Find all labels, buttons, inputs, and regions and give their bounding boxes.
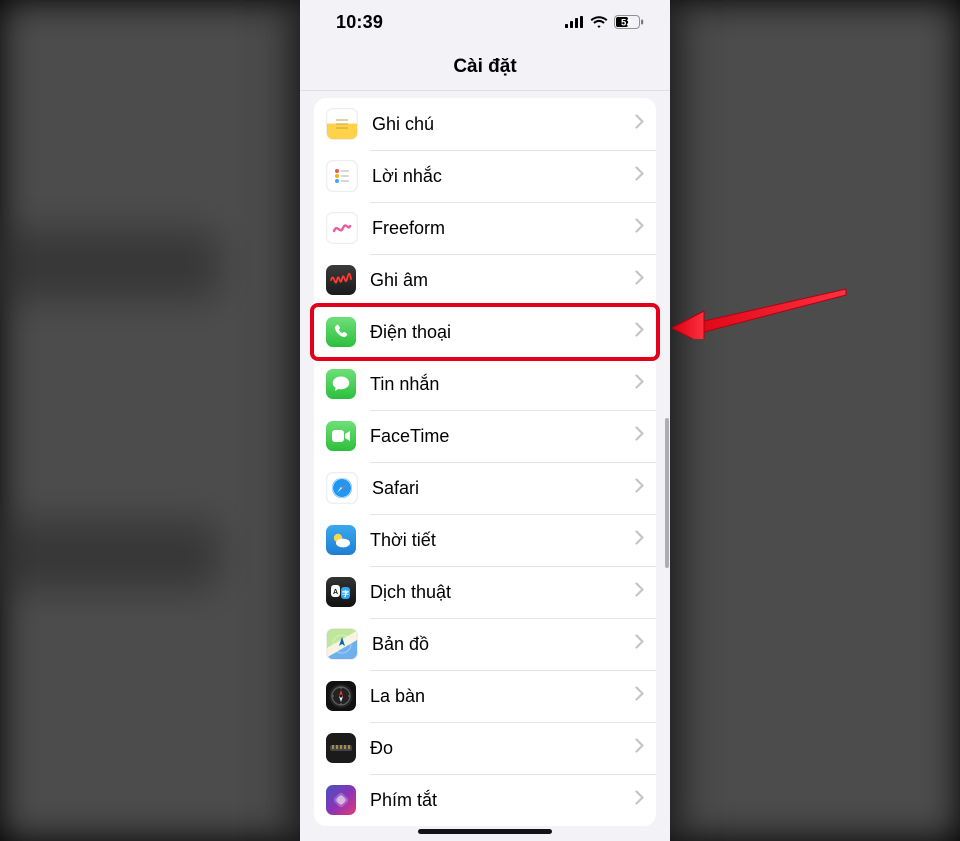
- chevron-right-icon: [635, 478, 644, 498]
- settings-row-messages[interactable]: Tin nhắn: [314, 358, 656, 410]
- cellular-icon: [565, 16, 584, 28]
- settings-group: Ghi chú Lời nhắc Freeform Ghi âm Điện thoại T…: [314, 98, 656, 826]
- settings-row-label: Freeform: [372, 218, 635, 239]
- status-bar: 10:39 52: [300, 0, 670, 44]
- settings-row-safari[interactable]: Safari: [314, 462, 656, 514]
- messages-icon: [326, 369, 356, 399]
- weather-icon: [326, 525, 356, 555]
- settings-row-maps[interactable]: Bản đồ: [314, 618, 656, 670]
- settings-row-label: Ghi âm: [370, 270, 635, 291]
- settings-row-compass[interactable]: La bàn: [314, 670, 656, 722]
- phone-icon: [326, 317, 356, 347]
- facetime-icon: [326, 421, 356, 451]
- settings-row-phone[interactable]: Điện thoại: [314, 306, 656, 358]
- settings-row-measure[interactable]: Đo: [314, 722, 656, 774]
- settings-scroll-area[interactable]: Ghi chú Lời nhắc Freeform Ghi âm Điện thoại T…: [300, 90, 670, 841]
- settings-row-label: La bàn: [370, 686, 635, 707]
- settings-row-voice[interactable]: Ghi âm: [314, 254, 656, 306]
- wifi-icon: [590, 16, 608, 29]
- svg-text:字: 字: [342, 589, 349, 598]
- chevron-right-icon: [635, 114, 644, 134]
- settings-row-label: Lời nhắc: [372, 166, 635, 187]
- chevron-right-icon: [635, 322, 644, 342]
- settings-row-label: Phím tắt: [370, 790, 635, 811]
- settings-row-label: FaceTime: [370, 426, 635, 447]
- notes-icon: [326, 108, 358, 140]
- chevron-right-icon: [635, 426, 644, 446]
- chevron-right-icon: [635, 530, 644, 550]
- chevron-right-icon: [635, 686, 644, 706]
- reminders-icon: [326, 160, 358, 192]
- safari-icon: [326, 472, 358, 504]
- settings-row-facetime[interactable]: FaceTime: [314, 410, 656, 462]
- chevron-right-icon: [635, 218, 644, 238]
- shortcuts-icon: [326, 785, 356, 815]
- chevron-right-icon: [635, 634, 644, 654]
- page-title: Cài đặt: [300, 44, 670, 91]
- chevron-right-icon: [635, 374, 644, 394]
- settings-row-label: Ghi chú: [372, 114, 635, 135]
- chevron-right-icon: [635, 790, 644, 810]
- status-indicators: 52: [565, 15, 644, 29]
- battery-icon: 52: [614, 15, 644, 29]
- freeform-icon: [326, 212, 358, 244]
- translate-icon: A字: [326, 577, 356, 607]
- settings-row-reminders[interactable]: Lời nhắc: [314, 150, 656, 202]
- chevron-right-icon: [635, 738, 644, 758]
- settings-row-label: Điện thoại: [370, 322, 635, 343]
- settings-row-shortcuts[interactable]: Phím tắt: [314, 774, 656, 826]
- settings-row-translate[interactable]: A字 Dịch thuật: [314, 566, 656, 618]
- chevron-right-icon: [635, 582, 644, 602]
- settings-row-label: Bản đồ: [372, 634, 635, 655]
- settings-row-label: Dịch thuật: [370, 582, 635, 603]
- settings-row-freeform[interactable]: Freeform: [314, 202, 656, 254]
- svg-text:52: 52: [621, 17, 632, 28]
- svg-text:A: A: [333, 589, 338, 596]
- measure-icon: [326, 733, 356, 763]
- maps-icon: [326, 628, 358, 660]
- home-indicator[interactable]: [418, 829, 552, 834]
- voice-memos-icon: [326, 265, 356, 295]
- settings-row-notes[interactable]: Ghi chú: [314, 98, 656, 150]
- scrollbar-indicator: [665, 418, 669, 568]
- phone-frame: 10:39 52 Cài đặt Ghi chú: [300, 0, 670, 841]
- settings-row-label: Thời tiết: [370, 530, 635, 551]
- compass-icon: [326, 681, 356, 711]
- settings-row-weather[interactable]: Thời tiết: [314, 514, 656, 566]
- status-time: 10:39: [336, 12, 383, 33]
- chevron-right-icon: [635, 166, 644, 186]
- settings-row-label: Tin nhắn: [370, 374, 635, 395]
- settings-row-label: Safari: [372, 478, 635, 499]
- chevron-right-icon: [635, 270, 644, 290]
- settings-row-label: Đo: [370, 738, 635, 759]
